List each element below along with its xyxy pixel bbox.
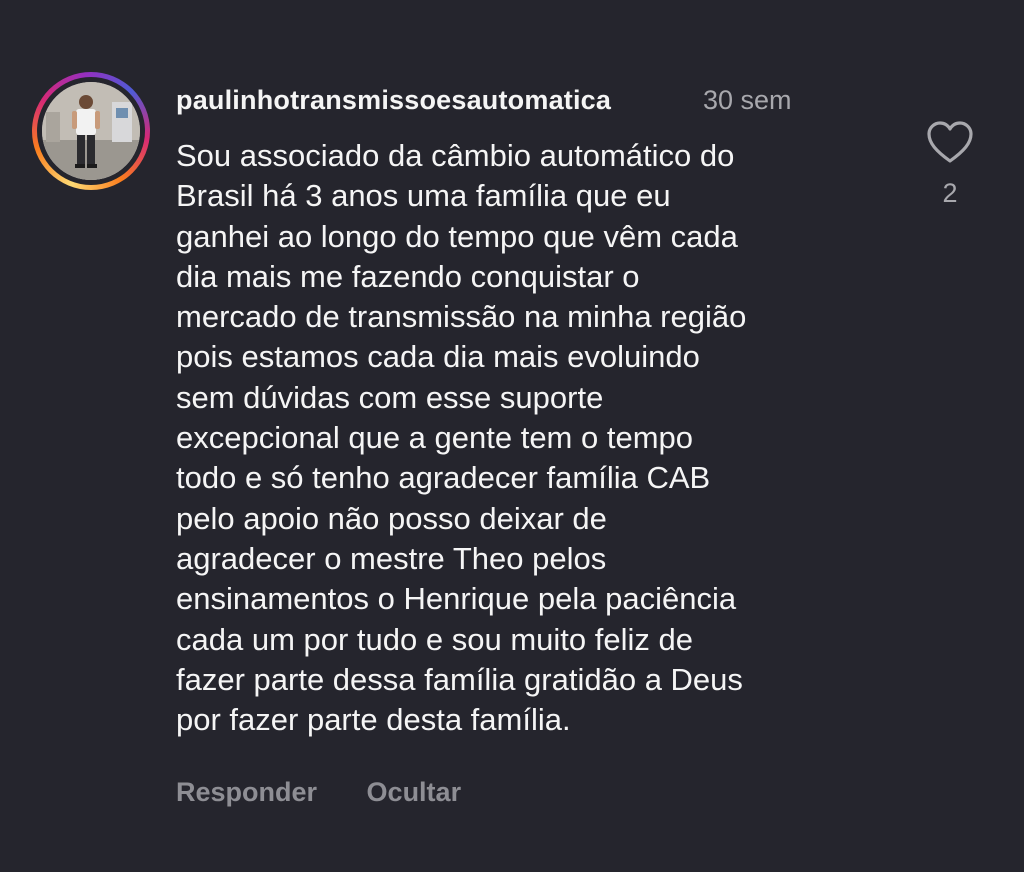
comment-text-line: mercado de transmissão na minha região xyxy=(176,299,747,335)
comment-text-line: agradecer o mestre Theo pelos xyxy=(176,540,607,576)
heart-outline-icon xyxy=(927,121,973,163)
story-ring[interactable] xyxy=(32,72,150,190)
comment-text: Sou associado da câmbio automático do Br… xyxy=(176,136,896,740)
comment-timestamp: 30 sem xyxy=(703,85,792,115)
comment-text-line: cada um por tudo e sou muito feliz de xyxy=(176,621,693,657)
reply-button[interactable]: Responder xyxy=(176,777,317,807)
comment-text-line: excepcional que a gente tem o tempo xyxy=(176,420,694,456)
comment-text-line: Brasil há 3 anos uma família que eu xyxy=(176,178,671,214)
comment-text-line: sem dúvidas com esse suporte xyxy=(176,379,604,415)
comment-text-line: pois estamos cada dia mais evoluindo xyxy=(176,339,700,375)
comment-username[interactable]: paulinhotransmissoesautomatica xyxy=(176,85,611,116)
like-button[interactable] xyxy=(926,120,974,166)
comment-item: paulinhotransmissoesautomatica 30 sem So… xyxy=(0,0,1024,872)
comment-actions: Responder Ocultar xyxy=(176,777,503,808)
comment-text-line: Sou associado da câmbio automático do xyxy=(176,138,735,173)
comment-text-line: pelo apoio não posso deixar de xyxy=(176,500,607,536)
avatar[interactable] xyxy=(42,82,140,180)
comment-text-line: todo e só tenho agradecer família CAB xyxy=(176,460,711,496)
comment-text-line: ganhei ao longo do tempo que vêm cada xyxy=(176,218,738,254)
like-count: 2 xyxy=(942,178,958,208)
hide-button[interactable]: Ocultar xyxy=(367,777,462,807)
avatar-photo xyxy=(42,82,140,180)
comment-text-line: por fazer parte desta família. xyxy=(176,702,571,738)
comment-text-line: dia mais me fazendo conquistar o xyxy=(176,258,640,294)
comment-text-line: ensinamentos o Henrique pela paciência xyxy=(176,581,737,617)
comment-text-line: fazer parte dessa família gratidão a Deu… xyxy=(176,661,743,697)
